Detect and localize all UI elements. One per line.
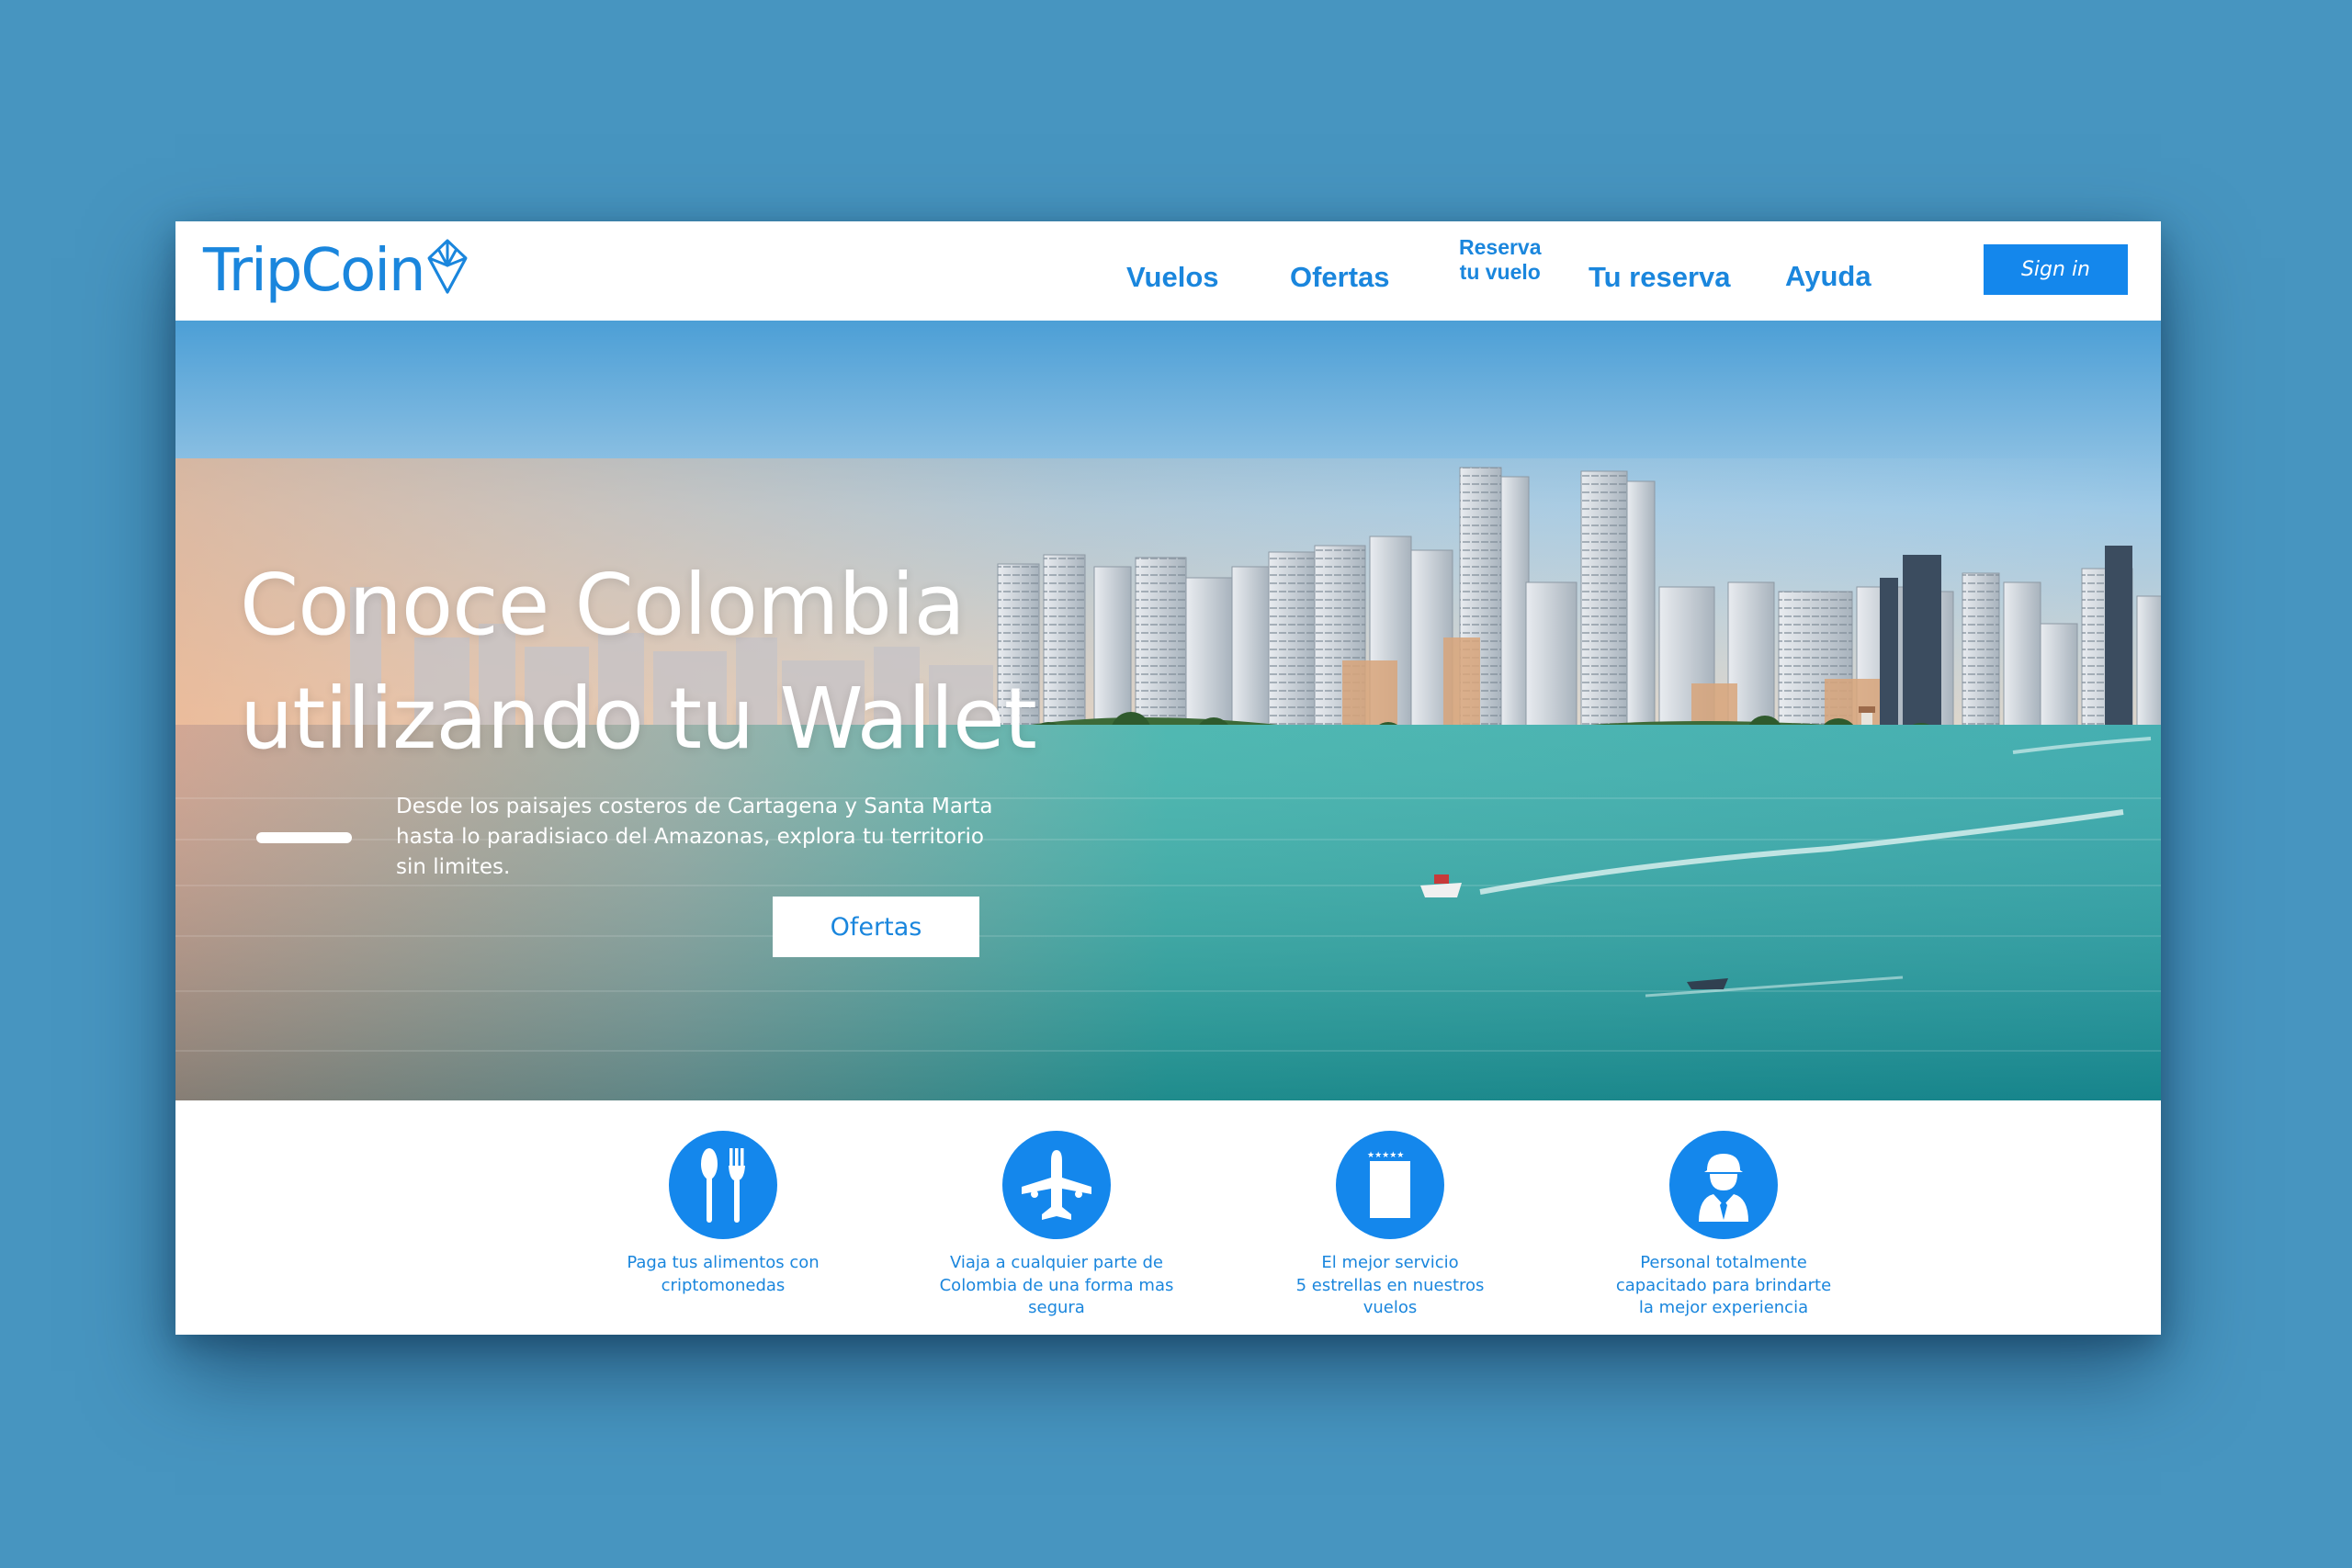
ofertas-button[interactable]: Ofertas xyxy=(773,897,979,957)
svg-text:★★★★★: ★★★★★ xyxy=(1367,1151,1404,1160)
hero-description-line2: hasta lo paradisiaco del Amazonas, explo… xyxy=(396,825,984,849)
nav-tu-reserva[interactable]: Tu reserva xyxy=(1589,261,1731,294)
logo-text: TripCoin xyxy=(203,237,426,305)
nav-vuelos[interactable]: Vuelos xyxy=(1126,261,1219,294)
feature-text-service: El mejor servicio 5 estrellas en nuestro… xyxy=(1295,1253,1485,1317)
browser-page-frame: TripCoin Vuelos Ofertas Reserva tu vuelo xyxy=(175,221,2161,1335)
airplane-icon xyxy=(1002,1131,1111,1239)
sign-in-button[interactable]: Sign in xyxy=(1984,244,2128,295)
feature-text-travel: Viaja a cualquier parte de Colombia de u… xyxy=(939,1253,1174,1317)
hero-title: Conoce Colombia utilizando tu Wallet xyxy=(240,548,1037,776)
utensils-icon xyxy=(669,1131,777,1239)
gem-icon xyxy=(426,238,469,299)
nav-reserva-line1: Reserva xyxy=(1459,235,1542,259)
feature-item-staff: Personal totalmente capacitado para brin… xyxy=(1604,1131,1843,1320)
tripcoin-logo[interactable]: TripCoin xyxy=(203,234,469,308)
feature-text-staff: Personal totalmente capacitado para brin… xyxy=(1615,1253,1832,1317)
hero-description-line1: Desde los paisajes costeros de Cartagena… xyxy=(396,795,993,818)
hero-title-line1: Conoce Colombia xyxy=(240,556,966,654)
hero-dash-decoration xyxy=(256,832,352,843)
nav-reserva-line2: tu vuelo xyxy=(1459,260,1541,284)
hero-title-line2: utilizando tu Wallet xyxy=(240,670,1037,768)
features-section: Paga tus alimentos con criptomonedas Via… xyxy=(175,1100,2161,1335)
feature-item-food: Paga tus alimentos con criptomonedas xyxy=(604,1131,842,1297)
feature-item-travel: Viaja a cualquier parte de Colombia de u… xyxy=(937,1131,1176,1320)
feature-item-service: ★★★★★ El mejor servicio 5 estrellas en n… xyxy=(1271,1131,1510,1320)
nav-reserva-tu-vuelo[interactable]: Reserva tu vuelo xyxy=(1459,235,1542,285)
five-star-card-icon: ★★★★★ xyxy=(1336,1131,1444,1239)
nav-ayuda[interactable]: Ayuda xyxy=(1785,260,1871,293)
staff-person-icon xyxy=(1669,1131,1778,1239)
hero-section: Conoce Colombia utilizando tu Wallet Des… xyxy=(175,321,2161,1100)
hero-description: Desde los paisajes costeros de Cartagena… xyxy=(396,792,1021,883)
site-header: TripCoin Vuelos Ofertas Reserva tu vuelo xyxy=(175,221,2161,321)
nav-ofertas[interactable]: Ofertas xyxy=(1290,261,1390,294)
feature-text-food: Paga tus alimentos con criptomonedas xyxy=(627,1253,820,1295)
hero-description-line3: sin limites. xyxy=(396,855,511,879)
